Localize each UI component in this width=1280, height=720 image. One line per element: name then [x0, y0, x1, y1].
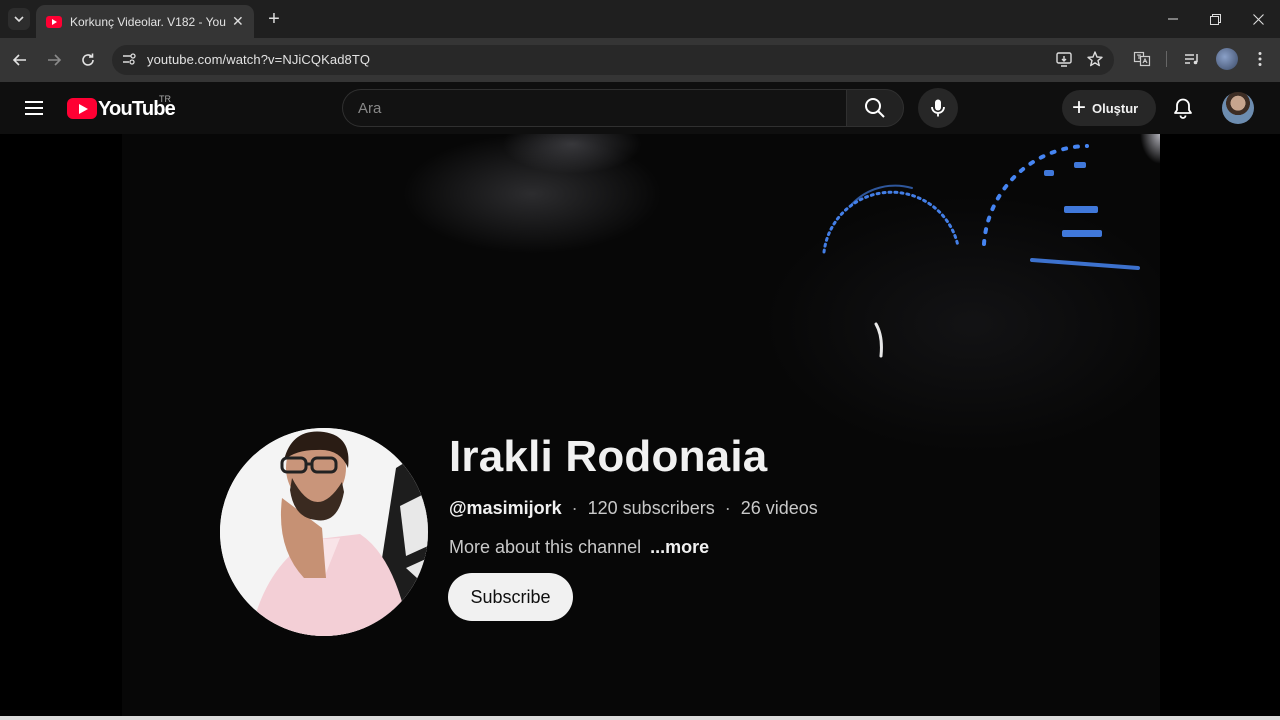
about-text: More about this channel: [449, 537, 642, 557]
browser-tab-active[interactable]: Korkunç Videolar. V182 - YouTube ✕: [36, 5, 254, 38]
new-tab-button[interactable]: +: [264, 9, 284, 29]
bell-icon: [1174, 98, 1192, 119]
progress-strip: [0, 716, 1280, 720]
channel-handle: @masimijork: [449, 498, 562, 518]
reload-icon[interactable]: [76, 48, 100, 72]
mic-icon: [931, 99, 945, 117]
hamburger-icon[interactable]: [22, 96, 46, 120]
create-label: Oluştur: [1092, 100, 1139, 116]
translate-icon[interactable]: [1131, 48, 1153, 70]
light-streak-image: [874, 322, 883, 358]
tab-title: Korkunç Videolar. V182 - YouTube: [70, 14, 226, 29]
forward-icon[interactable]: [42, 48, 66, 72]
back-icon[interactable]: [8, 48, 32, 72]
subscribe-button: Subscribe: [448, 573, 573, 621]
plus-icon: +: [1072, 94, 1087, 121]
video-player[interactable]: Irakli Rodonaia @masimijork · 120 subscr…: [0, 134, 1280, 720]
youtube-logo[interactable]: YouTube: [67, 97, 176, 121]
window-close-icon[interactable]: [1237, 0, 1280, 38]
search-button[interactable]: [846, 89, 904, 127]
close-icon[interactable]: ✕: [232, 13, 244, 30]
video-frame: Irakli Rodonaia @masimijork · 120 subscr…: [122, 134, 1160, 720]
restore-icon[interactable]: [1194, 0, 1237, 38]
youtube-logo-icon: [67, 98, 97, 119]
install-app-icon[interactable]: [1054, 49, 1074, 69]
channel-profile-photo: [220, 428, 428, 636]
country-code: TR: [159, 94, 171, 104]
bookmark-star-icon[interactable]: [1085, 49, 1105, 69]
window-controls: [1151, 0, 1280, 38]
minimize-icon[interactable]: [1151, 0, 1194, 38]
kebab-menu-icon[interactable]: [1249, 48, 1271, 70]
url-text[interactable]: youtube.com/watch?v=NJiCQKad8TQ: [147, 52, 370, 67]
avatar[interactable]: [1222, 92, 1254, 124]
site-info-icon[interactable]: [120, 50, 138, 68]
tab-search-icon[interactable]: [8, 8, 30, 30]
search-input[interactable]: [358, 97, 828, 119]
media-queue-icon[interactable]: [1181, 48, 1203, 70]
speedometer-gauges-image: [822, 144, 1140, 270]
notifications-button[interactable]: [1168, 93, 1198, 123]
profile-icon[interactable]: [1216, 48, 1238, 70]
youtube-favicon-icon: [46, 15, 62, 28]
create-button[interactable]: + Oluştur: [1062, 90, 1156, 126]
more-link: ...more: [650, 537, 710, 557]
channel-meta: @masimijork · 120 subscribers · 26 video…: [449, 498, 818, 519]
search-icon: [865, 98, 885, 118]
voice-search-button[interactable]: [918, 88, 958, 128]
browser-tabstrip: Korkunç Videolar. V182 - YouTube ✕ +: [0, 0, 1280, 38]
video-count: 26 videos: [740, 498, 818, 518]
subscriber-count: 120 subscribers: [587, 498, 715, 518]
toolbar-divider: [1166, 51, 1167, 67]
separator-dot: ·: [724, 498, 731, 518]
separator-dot: ·: [571, 498, 578, 518]
channel-about: More about this channel ...more: [449, 537, 709, 558]
channel-name: Irakli Rodonaia: [449, 432, 768, 481]
